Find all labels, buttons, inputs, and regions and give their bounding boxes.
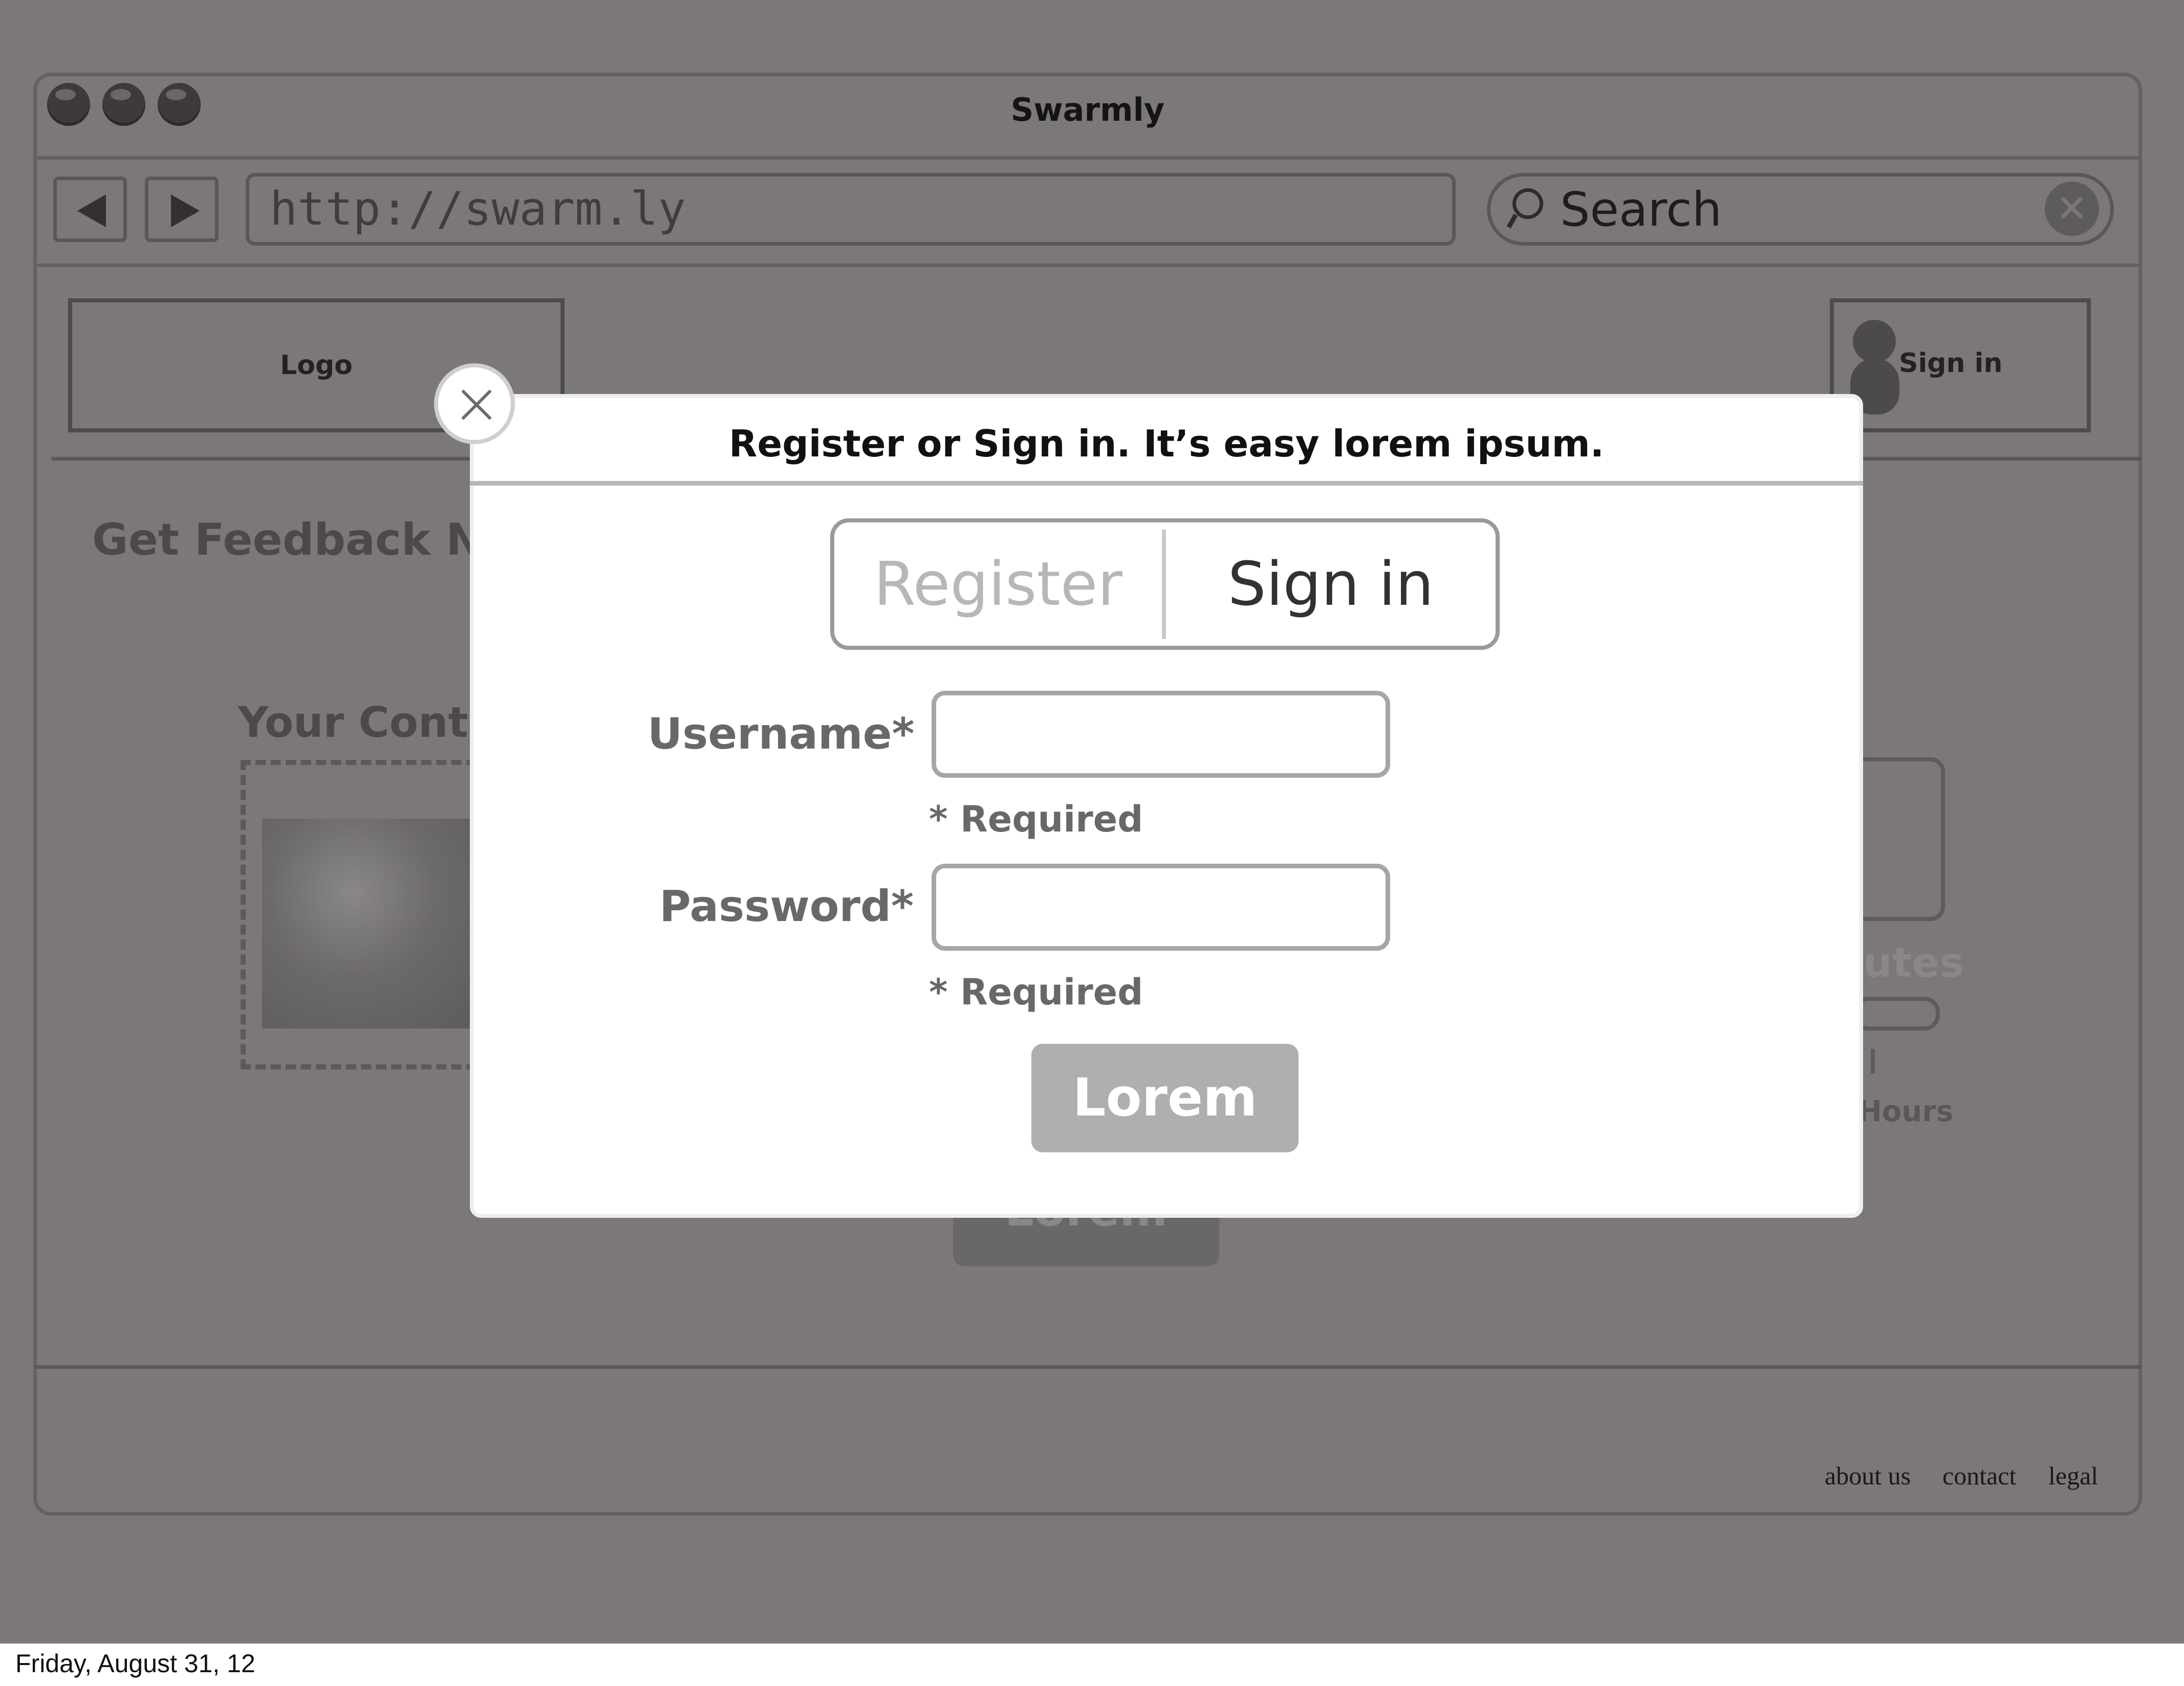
submit-button[interactable]: Lorem	[1031, 1044, 1299, 1152]
username-label: Username*	[647, 709, 915, 759]
footer-link-contact[interactable]: contact	[1942, 1461, 2016, 1491]
forward-button[interactable]	[145, 177, 219, 242]
tab-sign-in[interactable]: Sign in	[1166, 522, 1496, 645]
modal-header-divider	[470, 481, 1863, 486]
right-card-text: utes	[1863, 939, 1964, 987]
username-required-note: * Required	[929, 798, 1143, 840]
date-label: Friday, August 31, 12	[15, 1649, 255, 1678]
search-placeholder: Search	[1560, 182, 1722, 237]
duration-slider[interactable]	[1853, 997, 1940, 1031]
date-bar	[0, 1644, 2184, 1686]
minimize-window-dot[interactable]	[102, 83, 145, 126]
window-title: Swarmly	[1010, 91, 1165, 128]
back-arrow-icon	[77, 194, 106, 227]
forward-arrow-icon	[171, 194, 200, 227]
footer-link-legal[interactable]: legal	[2048, 1461, 2098, 1491]
slider-tick	[1871, 1049, 1875, 1074]
footer-link-about[interactable]: about us	[1825, 1461, 1911, 1491]
username-field[interactable]	[932, 691, 1390, 778]
password-required-note: * Required	[929, 971, 1143, 1013]
modal-title: Register or Sign in. It’s easy lorem ips…	[729, 422, 1604, 465]
back-button[interactable]	[53, 177, 127, 242]
maximize-window-dot[interactable]	[158, 83, 201, 126]
password-label: Password*	[659, 881, 914, 931]
search-icon	[1512, 188, 1543, 219]
hours-label: Hours	[1858, 1095, 1954, 1128]
close-window-dot[interactable]	[47, 83, 90, 126]
clear-search-icon[interactable]: ✕	[2045, 182, 2099, 236]
content-image	[262, 819, 487, 1028]
header-sign-in-label: Sign in	[1899, 348, 2003, 379]
url-field[interactable]: http://swarm.ly	[246, 173, 1456, 246]
content-bottom-divider	[35, 1365, 2142, 1369]
password-field[interactable]	[932, 864, 1390, 951]
close-modal-button[interactable]	[434, 363, 515, 444]
tab-divider	[1162, 530, 1166, 639]
user-icon	[1853, 320, 1896, 363]
tab-register[interactable]: Register	[834, 522, 1162, 645]
